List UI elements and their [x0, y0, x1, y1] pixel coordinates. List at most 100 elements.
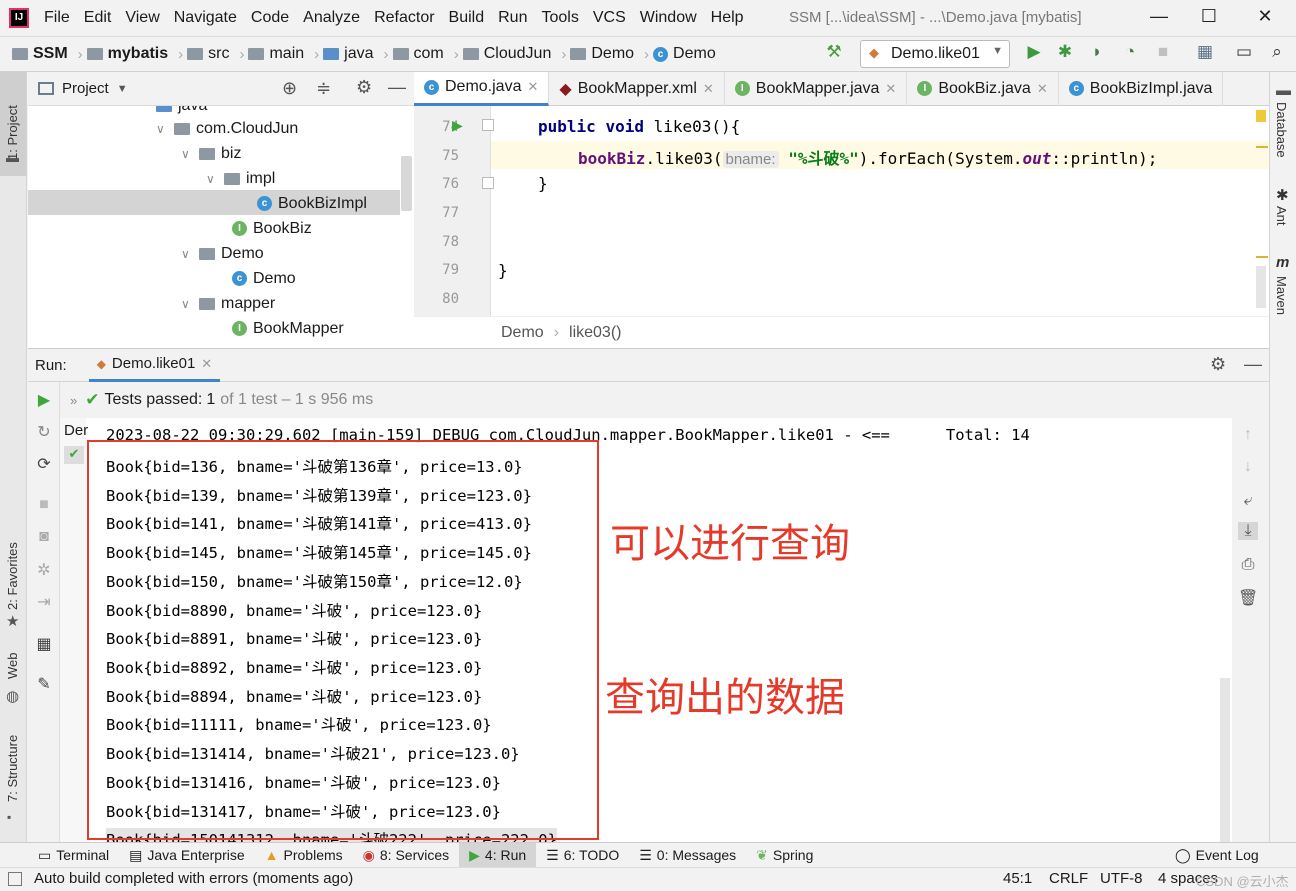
tree-node[interactable]: I BookBiz	[232, 216, 312, 241]
breadcrumb-mybatis[interactable]: mybatis	[86, 45, 168, 63]
gear-icon[interactable]: ⚙	[1210, 354, 1226, 375]
hide-icon[interactable]: —	[388, 77, 406, 98]
run-bottom-tab[interactable]: ▶ 4: Run	[459, 842, 537, 868]
tree-node[interactable]: c BookBizImpl	[257, 191, 367, 216]
chevron-down-icon[interactable]: ∨	[206, 172, 218, 186]
tree-node[interactable]: ∨ Demo	[181, 241, 264, 266]
problems-tab[interactable]: ▲ Problems	[255, 843, 353, 868]
breadcrumb-ssm[interactable]: SSM	[12, 45, 68, 63]
editor-scrollbar[interactable]	[1256, 266, 1266, 308]
breadcrumb-cloudjun[interactable]: CloudJun	[462, 45, 551, 63]
chevron-down-icon[interactable]: ∨	[156, 122, 168, 136]
status-message[interactable]: Auto build completed with errors (moment…	[34, 870, 353, 887]
tree-node[interactable]: ∨ biz	[181, 141, 241, 166]
menu-navigate[interactable]: Navigate	[167, 9, 244, 27]
run-configuration-select[interactable]: ◆ Demo.like01 ▼	[860, 40, 1010, 68]
database-tool-label[interactable]: Database	[1274, 102, 1289, 158]
settings-icon[interactable]: ✲	[34, 560, 54, 580]
services-tab[interactable]: ◉ 8: Services	[353, 843, 459, 868]
close-icon[interactable]: ✕	[1253, 6, 1277, 30]
presentation-icon[interactable]: ▭	[1232, 42, 1256, 66]
warning-marker[interactable]	[1256, 110, 1266, 122]
camera-icon[interactable]: ◙	[34, 528, 54, 546]
arrow-up-icon[interactable]: ↑	[1238, 426, 1258, 444]
fold-marker-icon[interactable]	[482, 177, 494, 189]
tab-bookmapper-java[interactable]: I BookMapper.java ✕	[725, 71, 908, 106]
tab-demo-java[interactable]: c Demo.java ✕	[414, 71, 550, 106]
coverage-icon[interactable]: ◗	[1085, 42, 1109, 66]
tab-bookmapper-xml[interactable]: ◆ BookMapper.xml ✕	[549, 71, 725, 106]
menu-help[interactable]: Help	[704, 9, 751, 27]
error-stripe-mark[interactable]	[1256, 146, 1268, 148]
menu-code[interactable]: Code	[244, 9, 296, 27]
java-enterprise-tab[interactable]: ▤ Java Enterprise	[119, 843, 255, 868]
project-structure-icon[interactable]: ▦	[1193, 42, 1217, 66]
code-editor[interactable]	[414, 106, 1269, 316]
tab-bookbizimpl-java[interactable]: c BookBizImpl.java	[1059, 71, 1224, 106]
menu-vcs[interactable]: VCS	[586, 9, 633, 27]
tool-windows-icon[interactable]	[8, 872, 22, 886]
profile-icon[interactable]: ◔	[1118, 42, 1142, 66]
breadcrumb-method[interactable]: like03()	[569, 324, 621, 342]
tab-bookbiz-java[interactable]: I BookBiz.java ✕	[907, 71, 1059, 106]
chevron-down-icon[interactable]: ∨	[181, 297, 193, 311]
close-icon[interactable]: ✕	[527, 79, 538, 95]
run-icon[interactable]: ▶	[1022, 42, 1046, 66]
fold-marker-icon[interactable]	[482, 119, 494, 131]
close-icon[interactable]: ✕	[703, 81, 714, 97]
menu-refactor[interactable]: Refactor	[367, 9, 441, 27]
console-scrollbar[interactable]	[1220, 678, 1230, 842]
arrow-down-icon[interactable]: ↓	[1238, 458, 1258, 476]
print-icon[interactable]: ⎙	[1238, 556, 1258, 574]
menu-file[interactable]: File	[37, 9, 77, 27]
expand-icon[interactable]: »	[70, 393, 77, 408]
search-icon[interactable]: ⌕	[1265, 42, 1289, 66]
project-panel-title[interactable]: Project	[62, 80, 109, 97]
minimize-icon[interactable]: —	[1147, 6, 1171, 30]
chevron-down-icon[interactable]: ▼	[117, 83, 128, 95]
caret-position[interactable]: 45:1	[1003, 870, 1032, 887]
close-icon[interactable]: ✕	[201, 356, 212, 372]
spring-tab[interactable]: ❦ Spring	[746, 843, 823, 868]
close-icon[interactable]: ✕	[885, 81, 896, 97]
run-tab[interactable]: ◆ Demo.like01 ✕	[88, 348, 221, 382]
run-test-gutter-icon[interactable]: ▶	[452, 117, 463, 134]
menu-analyze[interactable]: Analyze	[296, 9, 367, 27]
hide-icon[interactable]: —	[1244, 354, 1262, 375]
tree-node[interactable]: c Demo	[232, 266, 296, 291]
maven-tool-label[interactable]: Maven	[1274, 276, 1289, 315]
test-tree-node[interactable]: Der	[64, 422, 88, 439]
maximize-icon[interactable]: ☐	[1197, 6, 1221, 30]
structure-tool-label[interactable]: 7: Structure	[5, 735, 20, 802]
rerun-failed-icon[interactable]: ↻	[34, 422, 54, 442]
breadcrumb-com[interactable]: com	[392, 45, 444, 63]
build-hammer-icon[interactable]: ⚒	[822, 42, 846, 66]
intellij-logo[interactable]: IJ	[9, 8, 29, 28]
soft-wrap-icon[interactable]: ⤶	[1238, 492, 1258, 510]
menu-build[interactable]: Build	[442, 9, 492, 27]
menu-view[interactable]: View	[118, 9, 166, 27]
line-separator[interactable]: CRLF	[1049, 870, 1088, 887]
event-log-tab[interactable]: ◯ Event Log	[1165, 843, 1269, 868]
chevron-down-icon[interactable]: ∨	[181, 147, 193, 161]
collapse-all-icon[interactable]: ≑	[316, 78, 331, 99]
menu-run[interactable]: Run	[491, 9, 534, 27]
layout-icon[interactable]: ▦	[34, 634, 54, 654]
messages-tab[interactable]: ☰ 0: Messages	[629, 843, 746, 868]
tree-scrollbar[interactable]	[401, 156, 412, 211]
tree-node[interactable]: ∨ impl	[206, 166, 275, 191]
rerun-icon[interactable]: ▶	[34, 390, 54, 410]
file-encoding[interactable]: UTF-8	[1100, 870, 1143, 887]
breadcrumb-src[interactable]: src	[187, 45, 229, 63]
web-tool-label[interactable]: Web	[5, 653, 20, 680]
scroll-to-end-icon[interactable]: ⤓	[1238, 522, 1258, 540]
favorites-tool-label[interactable]: 2: Favorites	[5, 542, 20, 610]
tree-node[interactable]: ∨ com.CloudJun	[156, 116, 298, 141]
chevron-down-icon[interactable]: ∨	[181, 247, 193, 261]
toggle-auto-test-icon[interactable]: ⟳	[34, 454, 54, 474]
tree-node[interactable]: ∨ mapper	[181, 291, 275, 316]
todo-tab[interactable]: ☰ 6: TODO	[536, 843, 629, 868]
error-stripe-mark[interactable]	[1256, 256, 1268, 258]
stop-icon[interactable]: ■	[1151, 42, 1175, 66]
locate-icon[interactable]: ⊕	[282, 78, 297, 99]
